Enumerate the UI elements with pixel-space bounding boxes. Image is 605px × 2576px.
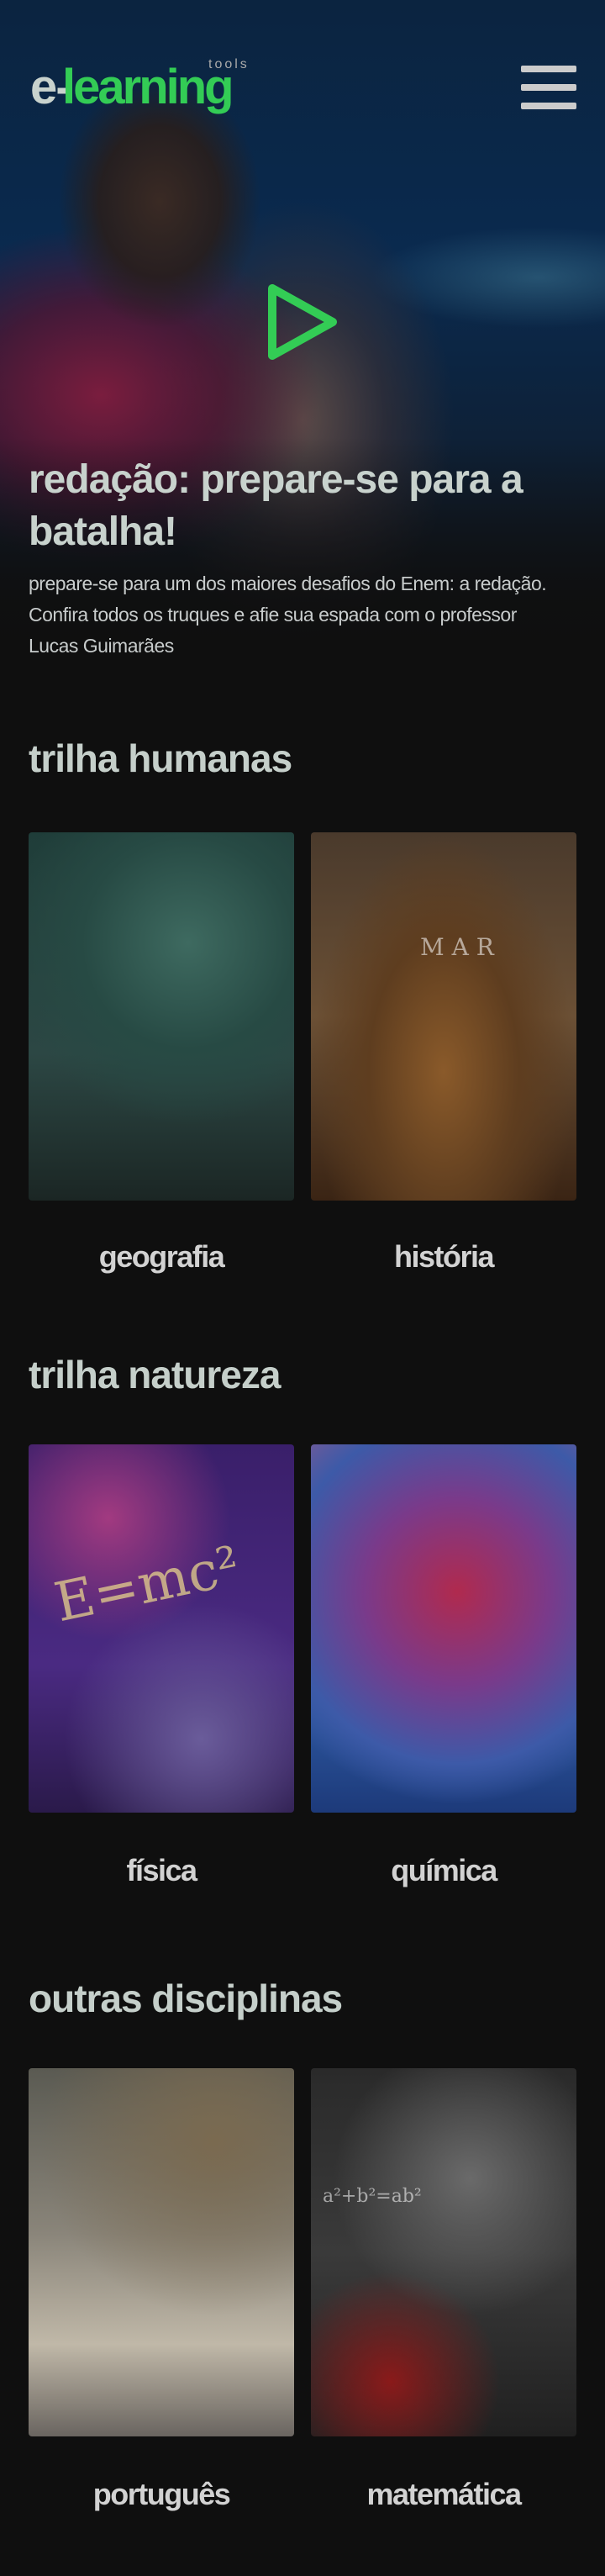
card-label-portugues[interactable]: português [29,2477,294,2512]
card-historia[interactable]: M A R [311,832,576,1201]
section-title-humanas: trilha humanas [29,736,292,780]
card-quimica[interactable] [311,1444,576,1813]
card-label-fisica[interactable]: física [29,1853,294,1888]
logo-main: learning [62,60,234,114]
card-label-geografia[interactable]: geografia [29,1239,294,1275]
hero-title: redação: prepare-se para a batalha! [29,457,523,554]
map-decoration: M A R [420,933,494,961]
card-label-matematica[interactable]: matemática [311,2477,576,2512]
section-title-natureza: trilha natureza [29,1353,281,1396]
card-matematica[interactable]: a²+b²=ab² [311,2068,576,2436]
formula-decoration: E=mc² [49,1534,245,1635]
logo[interactable]: e- learning tools [30,44,274,114]
logo-sub: tools [208,57,250,71]
card-label-historia[interactable]: história [311,1239,576,1275]
card-portugues[interactable] [29,2068,294,2436]
card-fisica[interactable]: E=mc² [29,1444,294,1813]
play-icon[interactable] [262,282,339,362]
card-label-quimica[interactable]: química [311,1853,576,1888]
math-decoration: a²+b²=ab² [323,2186,422,2207]
card-geografia[interactable] [29,832,294,1201]
hero-description: prepare-se para um dos maiores desafios … [29,573,547,657]
hamburger-icon[interactable] [521,66,576,113]
section-title-outras: outras disciplinas [29,1977,343,2020]
